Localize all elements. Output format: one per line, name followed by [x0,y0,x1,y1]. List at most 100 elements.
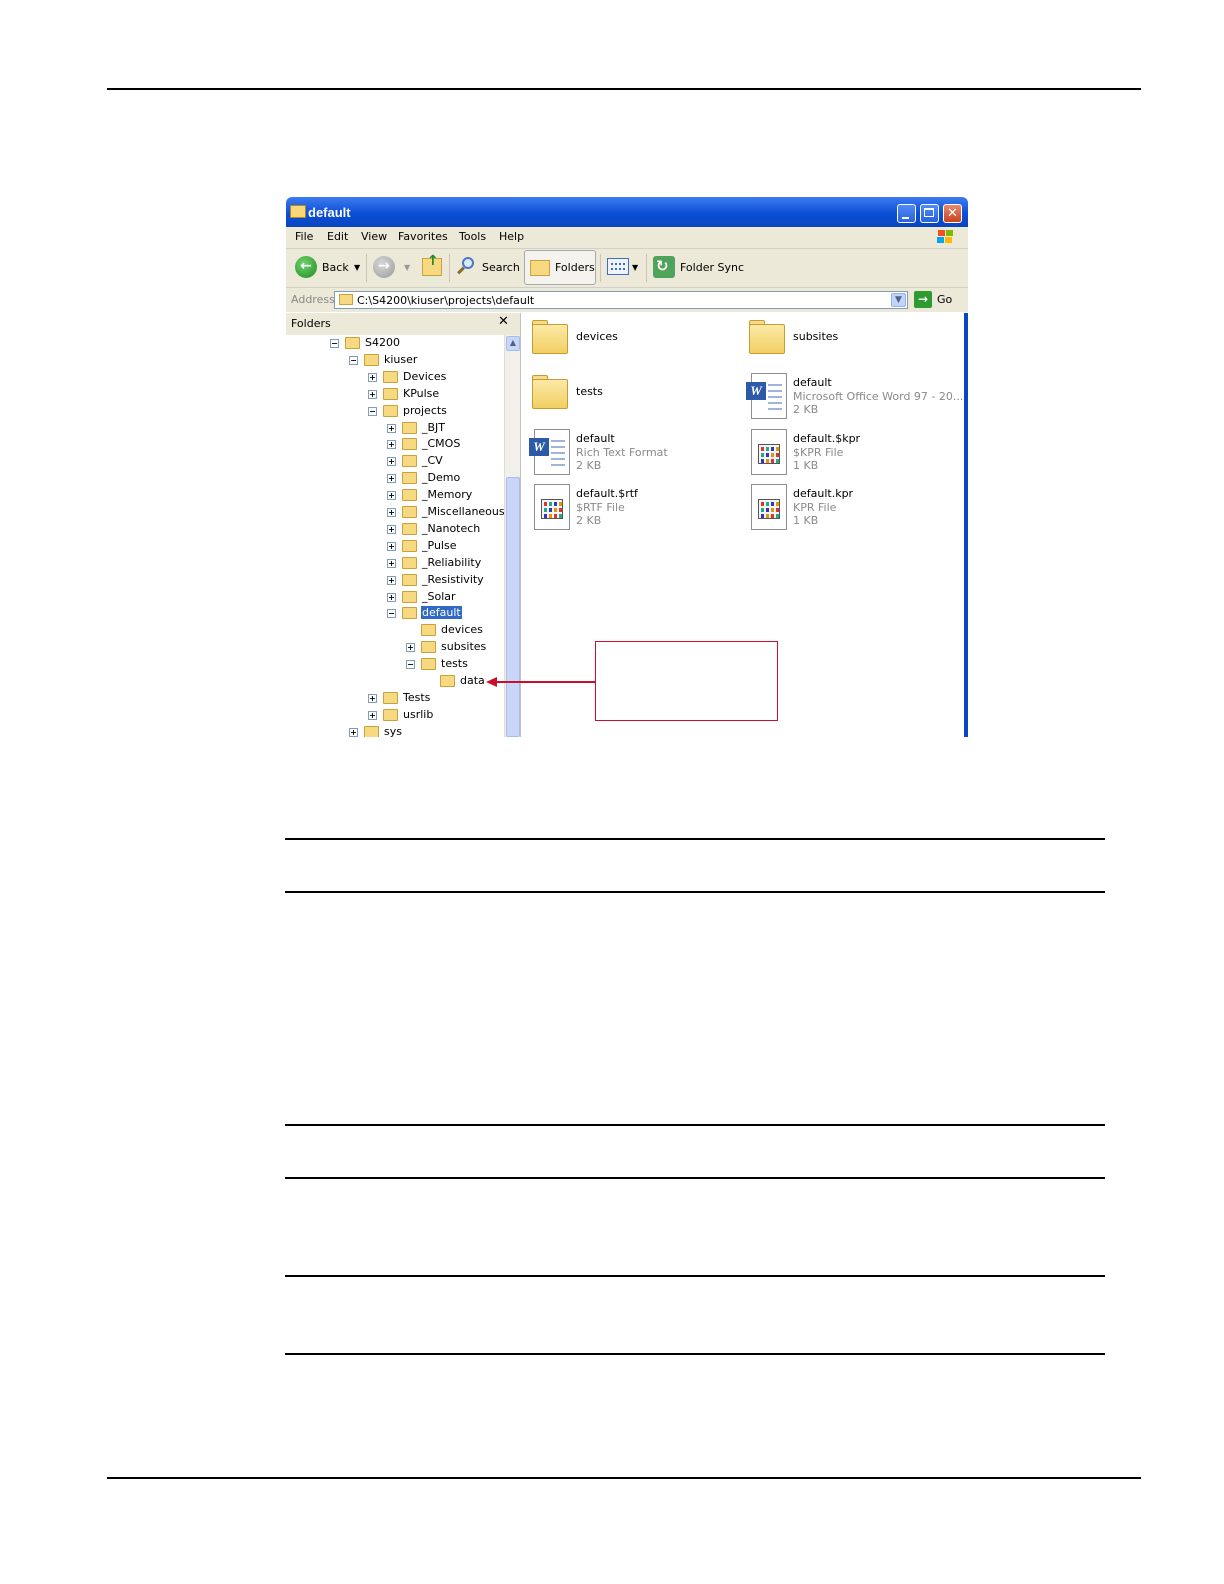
file-item[interactable]: tests [524,370,734,420]
close-icon[interactable]: ✕ [498,314,509,329]
toolbar-separator [646,254,647,282]
chevron-down-icon[interactable]: ▼ [891,293,906,307]
back-button[interactable]: Back [322,261,349,274]
views-icon[interactable] [607,258,629,275]
up-folder-icon[interactable]: ↑ [422,253,442,276]
expand-icon[interactable]: + [349,727,358,737]
tree-item-label: Devices [403,369,447,383]
expand-icon[interactable]: + [387,558,396,568]
file-size: 1 KB [793,514,819,527]
collapse-icon[interactable]: − [406,660,415,670]
expand-icon[interactable]: + [387,440,396,450]
expand-icon[interactable]: + [368,389,377,399]
menu-file[interactable]: File [295,230,313,243]
folder-icon [290,205,306,218]
folder-icon [402,455,417,468]
folder-icon [402,506,417,518]
folder-sync-icon[interactable]: ↻ [653,256,675,278]
file-size: 1 KB [793,459,819,472]
tree-scrollbar[interactable]: ▲ [504,335,520,737]
menu-favorites[interactable]: Favorites [398,230,448,243]
folder-sync-button[interactable]: Folder Sync [680,261,744,274]
expand-icon[interactable]: + [387,457,396,467]
file-item[interactable]: Wdefault Rich Text Format 2 KB [524,426,734,476]
callout-arrow [496,681,595,683]
folder-icon [364,725,379,737]
menu-help[interactable]: Help [499,230,524,243]
tree-item-label: sys [384,724,402,737]
expand-icon[interactable]: + [387,423,396,433]
expand-icon[interactable]: + [406,643,415,653]
tree-item-label: _CV [422,454,443,468]
file-item[interactable]: default.kpr KPR File 1 KB [741,481,951,531]
minimize-button[interactable] [897,204,916,223]
go-arrow-icon[interactable]: → [914,291,932,308]
toolbar-separator [449,254,450,282]
folder-icon [339,294,353,305]
file-item[interactable]: subsites [741,315,951,365]
folder-icon [402,556,417,569]
views-dropdown-icon[interactable]: ▼ [632,263,638,272]
tree-item-label: KPulse [403,386,440,400]
file-item[interactable]: default.$kpr $KPR File 1 KB [741,426,951,476]
menu-tools[interactable]: Tools [459,230,486,243]
collapse-icon[interactable]: − [368,406,377,416]
scroll-thumb[interactable] [506,477,520,737]
file-item[interactable]: Wdefault Microsoft Office Word 97 - 20...… [741,370,963,420]
file-name: default.$rtf [576,487,638,500]
back-dropdown-icon[interactable]: ▼ [354,263,360,272]
file-type: $KPR File [793,446,844,459]
collapse-icon[interactable]: − [387,609,396,619]
collapse-icon[interactable]: − [349,355,358,365]
back-arrow-icon[interactable]: ← [295,256,317,278]
tree-item-label: devices [441,623,483,637]
expand-icon[interactable]: + [387,474,396,484]
word-document-icon: W [529,429,570,475]
file-item[interactable]: default.$rtf $RTF File 2 KB [524,481,734,531]
kpr-file-icon [751,484,787,530]
folders-pane-title: Folders [291,317,331,330]
menu-view[interactable]: View [361,230,387,243]
folder-icon [402,573,417,586]
tree-item-label: _CMOS [422,437,461,451]
tree-item-label: _BJT [422,420,446,434]
folders-label: Folders [555,261,595,274]
window-border [964,313,968,737]
file-item[interactable]: devices [524,315,734,365]
folders-button[interactable]: Folders [524,250,596,285]
expand-icon[interactable]: + [387,508,396,517]
search-button[interactable]: Search [482,261,520,274]
menu-edit[interactable]: Edit [327,230,348,243]
kpr-file-icon [751,429,787,475]
scroll-up-icon[interactable]: ▲ [506,336,520,351]
tree-item-label: _Reliability [422,555,482,569]
folder-icon [383,387,398,400]
tree-item-label: _Miscellaneous [422,505,505,518]
address-input[interactable]: C:\S4200\kiuser\projects\default ▼ [334,291,908,309]
expand-icon[interactable]: + [368,372,377,382]
search-icon[interactable] [456,257,476,277]
menu-bar: File Edit View Favorites Tools Help [286,227,968,249]
expand-icon[interactable]: + [368,710,377,720]
expand-icon[interactable]: + [368,693,377,703]
tree-item-label: kiuser [384,352,418,366]
tree-item-label: _Resistivity [422,572,484,586]
footer-rule [107,1477,1141,1479]
maximize-button[interactable] [920,204,939,223]
forward-dropdown-icon[interactable]: ▼ [404,263,410,272]
expand-icon[interactable]: + [387,541,396,551]
expand-icon[interactable]: + [387,592,396,602]
go-button[interactable]: Go [937,293,952,306]
toolbar-separator [366,254,367,282]
file-name: default.kpr [793,487,854,500]
expand-icon[interactable]: + [387,575,396,585]
close-button[interactable]: ✕ [943,204,962,223]
expand-icon[interactable]: + [387,491,396,501]
callout-arrowhead [486,677,497,687]
forward-arrow-icon[interactable]: → [373,256,395,278]
file-name: devices [576,330,618,343]
file-size: 2 KB [793,403,819,416]
folders-icon [530,260,550,276]
expand-icon[interactable]: + [387,524,396,534]
collapse-icon[interactable]: − [330,339,339,348]
